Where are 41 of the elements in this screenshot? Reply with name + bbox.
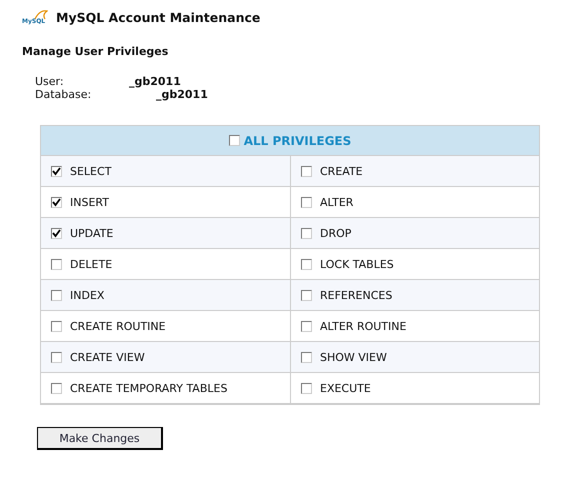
privilege-label: REFERENCES <box>320 288 392 302</box>
privilege-label: INSERT <box>70 196 109 208</box>
checkbox[interactable] <box>228 135 240 146</box>
checkbox[interactable] <box>51 382 62 394</box>
privilege-label: CREATE TEMPORARY TABLES <box>70 382 228 394</box>
checkbox[interactable] <box>301 320 312 332</box>
privilege-label: EXECUTE <box>320 382 371 394</box>
field-label: Database: <box>35 88 92 101</box>
checkbox[interactable] <box>51 290 62 300</box>
privilege-label: DROP <box>320 226 352 240</box>
checkbox[interactable] <box>301 290 312 300</box>
checkbox[interactable] <box>301 352 312 362</box>
checkbox[interactable] <box>51 352 62 362</box>
field-label: User: <box>35 75 65 88</box>
privilege-label: ALTER <box>320 196 354 208</box>
checkbox[interactable] <box>51 228 62 238</box>
checkbox[interactable] <box>301 382 312 394</box>
checkbox[interactable] <box>301 166 312 176</box>
page-title: MySQL Account Maintenance <box>56 10 260 24</box>
field-value: _gb2011 <box>129 75 181 88</box>
checkbox[interactable] <box>301 196 312 208</box>
checkbox[interactable] <box>51 320 62 332</box>
privilege-label: CREATE ROUTINE <box>70 320 166 332</box>
field-value: _gb2011 <box>156 88 208 101</box>
privilege-label: ALTER ROUTINE <box>320 320 406 332</box>
checkbox[interactable] <box>51 258 62 270</box>
section-title: Manage User Privileges <box>22 45 170 58</box>
privilege-label: SHOW VIEW <box>320 350 387 364</box>
checkbox[interactable] <box>51 196 62 208</box>
header-label: ALL PRIVILEGES <box>244 134 352 148</box>
make-changes-button[interactable]: Make Changes <box>37 427 163 450</box>
privilege-label: CREATE VIEW <box>70 350 145 364</box>
checkbox[interactable] <box>301 228 312 238</box>
checkbox[interactable] <box>301 258 312 270</box>
privilege-label: LOCK TABLES <box>320 258 394 270</box>
privilege-label: CREATE <box>320 164 363 178</box>
privilege-label: INDEX <box>70 288 104 302</box>
privilege-label: SELECT <box>70 164 112 178</box>
privilege-label: UPDATE <box>70 226 114 240</box>
privilege-label: DELETE <box>70 258 112 270</box>
checkbox[interactable] <box>51 166 62 176</box>
